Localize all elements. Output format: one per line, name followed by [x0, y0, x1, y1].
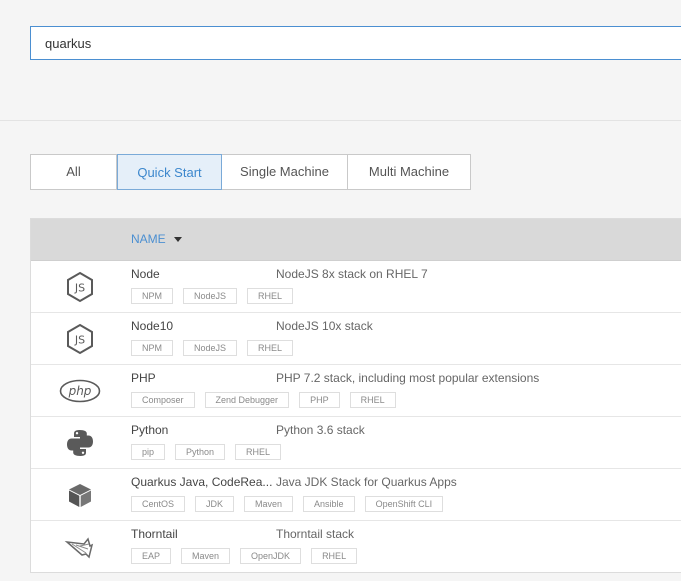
python-icon	[59, 425, 101, 461]
tab-all[interactable]: All	[31, 155, 117, 189]
table-row[interactable]: php PHP PHP 7.2 stack, including most po…	[31, 365, 681, 417]
thorntail-icon	[59, 529, 101, 565]
svg-text:php: php	[68, 384, 92, 398]
tag: Composer	[131, 392, 195, 408]
stack-name: PHP	[131, 371, 156, 385]
tag: pip	[131, 444, 166, 460]
tab-single-machine[interactable]: Single Machine	[222, 155, 348, 189]
tag: OpenJDK	[240, 548, 302, 564]
stack-name: Node	[131, 267, 160, 281]
cube-icon	[59, 477, 101, 513]
stack-filter-tabs: All Quick Start Single Machine Multi Mac…	[30, 154, 471, 190]
tag: RHEL	[349, 392, 396, 408]
svg-text:JS: JS	[74, 334, 85, 347]
tag: Ansible	[303, 496, 355, 512]
table-header: NAME	[31, 219, 681, 261]
tag: Python	[175, 444, 226, 460]
stack-tags: NPM NodeJS RHEL	[131, 288, 294, 304]
nodejs-icon: JS	[59, 321, 101, 357]
tag: NPM	[131, 340, 173, 356]
table-row[interactable]: Python Python 3.6 stack pip Python RHEL	[31, 417, 681, 469]
stack-tags: CentOS JDK Maven Ansible OpenShift CLI	[131, 496, 444, 512]
tag: EAP	[131, 548, 172, 564]
stack-tags: NPM NodeJS RHEL	[131, 340, 294, 356]
stack-description: NodeJS 10x stack	[276, 319, 373, 333]
nodejs-icon: JS	[59, 269, 101, 305]
tag: JDK	[195, 496, 235, 512]
tab-multi-machine[interactable]: Multi Machine	[348, 155, 470, 189]
tag: RHEL	[235, 444, 282, 460]
stack-tags: Composer Zend Debugger PHP RHEL	[131, 392, 396, 408]
table-row[interactable]: JS Node10 NodeJS 10x stack NPM NodeJS RH…	[31, 313, 681, 365]
stack-description: Python 3.6 stack	[276, 423, 365, 437]
tag: NodeJS	[183, 288, 238, 304]
svg-text:JS: JS	[74, 282, 85, 295]
search-area	[0, 0, 681, 121]
stack-description: Java JDK Stack for Quarkus Apps	[276, 475, 457, 489]
table-row[interactable]: Quarkus Java, CodeRea... Java JDK Stack …	[31, 469, 681, 521]
search-input[interactable]	[30, 26, 681, 60]
stack-description: Thorntail stack	[276, 527, 355, 541]
stack-name: Node10	[131, 319, 174, 333]
tag: Maven	[181, 548, 231, 564]
php-icon: php	[59, 373, 101, 409]
table-row[interactable]: Thorntail Thorntail stack EAP Maven Open…	[31, 521, 681, 572]
name-column-header[interactable]: NAME	[131, 232, 182, 246]
stack-name: Quarkus Java, CodeRea...	[131, 475, 273, 489]
tab-quick-start[interactable]: Quick Start	[117, 154, 222, 190]
tag: NPM	[131, 288, 173, 304]
tag: Maven	[244, 496, 294, 512]
tag: Zend Debugger	[204, 392, 290, 408]
tag: RHEL	[311, 548, 358, 564]
tag: PHP	[299, 392, 340, 408]
stack-description: PHP 7.2 stack, including most popular ex…	[276, 371, 540, 385]
stack-tags: pip Python RHEL	[131, 444, 282, 460]
caret-down-icon	[173, 237, 182, 243]
table-row[interactable]: JS Node NodeJS 8x stack on RHEL 7 NPM No…	[31, 261, 681, 313]
stack-name: Python	[131, 423, 169, 437]
tag: NodeJS	[183, 340, 238, 356]
stack-name: Thorntail	[131, 527, 178, 541]
tag: RHEL	[247, 288, 294, 304]
stack-description: NodeJS 8x stack on RHEL 7	[276, 267, 428, 281]
stacks-table: NAME JS Node NodeJS 8x stack on RHEL 7 N…	[30, 218, 681, 573]
tag: OpenShift CLI	[364, 496, 444, 512]
stack-tags: EAP Maven OpenJDK RHEL	[131, 548, 358, 564]
tag: CentOS	[131, 496, 186, 512]
tag: RHEL	[247, 340, 294, 356]
